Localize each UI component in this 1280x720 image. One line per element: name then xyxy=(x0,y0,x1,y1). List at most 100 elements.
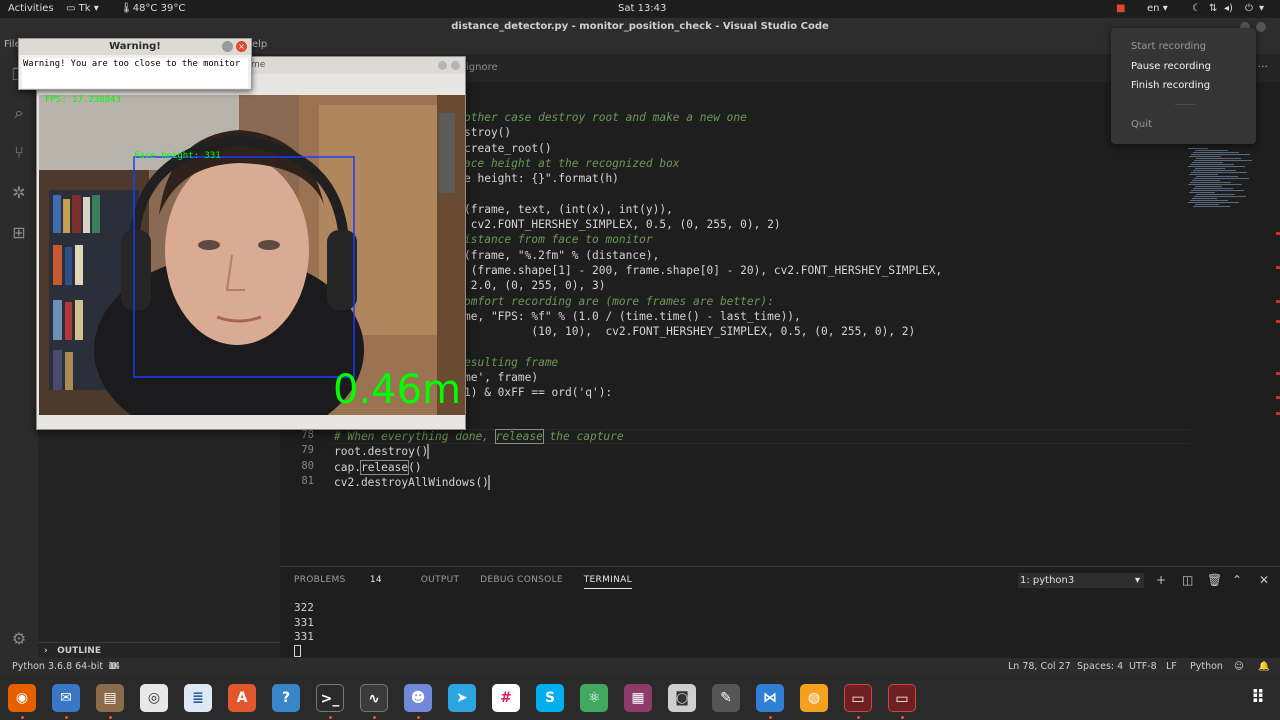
code-line: cv2.FONT_HERSHEY_SIMPLEX, 0.5, (0, 255, … xyxy=(464,218,781,232)
system-monitor-icon[interactable]: ∿ xyxy=(360,684,388,712)
line-number: 79 xyxy=(301,444,314,457)
warning-window[interactable]: Warning! × Warning! You are too close to… xyxy=(18,38,252,90)
slack-icon[interactable]: # xyxy=(492,684,520,712)
end-of-line[interactable]: LF xyxy=(1166,658,1177,676)
code-line: cv2.destroyAllWindows() xyxy=(334,475,489,490)
code-token: cap. xyxy=(334,460,361,474)
clock[interactable]: Sat 13:43 xyxy=(618,0,666,18)
minimap-line xyxy=(1193,152,1239,153)
recording-indicator-icon[interactable]: ■ xyxy=(1116,0,1125,18)
minimap-line xyxy=(1191,154,1250,155)
feedback-icon[interactable]: ☺ xyxy=(1234,658,1244,676)
telegram-icon[interactable]: ➤ xyxy=(448,684,476,712)
firefox-icon[interactable]: ◉ xyxy=(8,684,36,712)
menu-help[interactable]: elp xyxy=(252,39,267,50)
software-center-icon[interactable]: A xyxy=(228,684,256,712)
more-actions-icon[interactable]: ··· xyxy=(1258,60,1269,73)
minimap-line xyxy=(1195,150,1228,151)
tk-window-icon[interactable]: ▭ xyxy=(844,684,872,712)
split-terminal-icon[interactable]: ◫ xyxy=(1182,573,1193,587)
code-line: (10, 10), cv2.FONT_HERSHEY_SIMPLEX, 0.5,… xyxy=(464,325,916,339)
skype-icon[interactable]: S xyxy=(536,684,564,712)
files-icon[interactable]: ▤ xyxy=(96,684,124,712)
power-icon[interactable]: ⏻ xyxy=(1245,0,1253,18)
tab-output[interactable]: OUTPUT xyxy=(421,575,459,585)
close-panel-icon[interactable]: ✕ xyxy=(1259,573,1269,587)
chevron-right-icon: › xyxy=(44,646,48,656)
cursor-position[interactable]: Ln 78, Col 27 xyxy=(1008,658,1071,676)
gear-icon[interactable]: ⚙ xyxy=(8,628,30,650)
tab-problems[interactable]: PROBLEMS 14 xyxy=(294,575,400,585)
minimap-line xyxy=(1194,196,1246,197)
terminal-select[interactable]: 1: python3 ▾ xyxy=(1018,573,1144,588)
gimp-icon[interactable]: ✎ xyxy=(712,684,740,712)
code-token: release xyxy=(494,429,544,444)
minimap-line xyxy=(1192,180,1220,181)
volume-icon[interactable]: ◂) xyxy=(1224,0,1233,18)
debug-icon[interactable]: ✲ xyxy=(8,182,30,204)
camera-frame-window[interactable]: me FPS: 17.238843 Face height: 331 0.46m xyxy=(36,56,466,430)
line-number: 81 xyxy=(301,474,314,487)
terminal-output[interactable]: 322 331 331 xyxy=(294,601,314,657)
code-line: cap.release() xyxy=(334,459,422,475)
notifications-icon[interactable]: 🔔 xyxy=(1258,658,1270,676)
chevron-up-icon[interactable]: ⌃ xyxy=(1232,573,1242,587)
minimap[interactable] xyxy=(1188,148,1254,208)
indentation[interactable]: Spaces: 4 xyxy=(1077,658,1123,676)
extensions-icon[interactable]: ⊞ xyxy=(8,222,30,244)
tab-gitignore[interactable]: ignore xyxy=(466,62,498,73)
code-line: 1) & 0xFF == ord('q'): xyxy=(464,386,613,400)
media-player-icon[interactable]: ▦ xyxy=(624,684,652,712)
minimap-line xyxy=(1195,204,1219,205)
tab-terminal[interactable]: TERMINAL xyxy=(583,575,632,589)
close-window-button[interactable] xyxy=(1256,22,1266,32)
tk-window-icon[interactable]: ▭ xyxy=(888,684,916,712)
encoding[interactable]: UTF-8 xyxy=(1129,658,1157,676)
language-mode[interactable]: Python xyxy=(1190,658,1223,676)
thermometer-icon: 🌡 xyxy=(120,3,133,14)
vscode-icon[interactable]: ⋈ xyxy=(756,684,784,712)
menu-item-finish-recording[interactable]: Finish recording xyxy=(1131,80,1210,91)
network-icon[interactable]: ⇅ xyxy=(1209,0,1217,18)
outline-section[interactable]: › OUTLINE xyxy=(38,642,280,658)
search-icon[interactable]: ⌕ xyxy=(8,102,30,124)
thunderbird-icon[interactable]: ✉ xyxy=(52,684,80,712)
help-icon[interactable]: ? xyxy=(272,684,300,712)
camera-icon[interactable]: ◙ xyxy=(668,684,696,712)
atom-icon[interactable]: ⚛ xyxy=(580,684,608,712)
activity-bar: ❐ ⌕ ⑂ ✲ ⊞ ⚙ xyxy=(0,54,38,658)
close-button[interactable] xyxy=(451,61,460,70)
warning-window-title[interactable]: Warning! xyxy=(19,39,251,55)
overwatch-icon[interactable]: ◍ xyxy=(800,684,828,712)
temperature-indicator[interactable]: 🌡48°C 39°C xyxy=(120,0,185,18)
trash-icon[interactable]: 🗑 xyxy=(1207,573,1222,587)
chevron-down-icon[interactable]: ▾ xyxy=(1259,0,1264,18)
python-interpreter[interactable]: Python 3.6.8 64-bit xyxy=(12,658,103,676)
code-token: cv2.destroyAllWindows() xyxy=(334,475,489,489)
menu-item-start-recording[interactable]: Start recording xyxy=(1131,41,1206,52)
source-control-icon[interactable]: ⑂ xyxy=(8,142,30,164)
panel-tabs: PROBLEMS 14 OUTPUT DEBUG CONSOLE TERMINA… xyxy=(294,575,650,589)
minimap-line xyxy=(1190,182,1231,183)
new-terminal-icon[interactable]: + xyxy=(1156,573,1166,587)
problems-indicator[interactable]: ⊗ 14 ⚠ 0 xyxy=(108,658,120,676)
rhythmbox-icon[interactable]: ◎ xyxy=(140,684,168,712)
code-line: other case destroy root and make a new o… xyxy=(464,111,747,124)
minimize-button[interactable] xyxy=(222,41,233,52)
discord-icon[interactable]: ☻ xyxy=(404,684,432,712)
language-selector[interactable]: en ▾ xyxy=(1147,0,1168,18)
night-light-icon[interactable]: ☾ xyxy=(1192,0,1201,18)
app-menu-label: Tk xyxy=(78,3,91,14)
show-applications-icon[interactable]: ⠿ xyxy=(1244,684,1272,712)
minimize-button[interactable] xyxy=(438,61,447,70)
tab-debug-console[interactable]: DEBUG CONSOLE xyxy=(480,575,563,585)
close-icon[interactable]: × xyxy=(236,41,247,52)
menu-item-pause-recording[interactable]: Pause recording xyxy=(1131,61,1211,72)
activities-button[interactable]: Activities xyxy=(8,0,54,18)
minimap-line xyxy=(1189,156,1221,157)
menu-item-quit[interactable]: Quit xyxy=(1131,119,1152,130)
writer-icon[interactable]: ≣ xyxy=(184,684,212,712)
terminal-icon[interactable]: >_ xyxy=(316,684,344,712)
app-menu[interactable]: ▭ Tk ▾ xyxy=(66,0,99,18)
code-line: e height: {}".format(h) xyxy=(464,172,619,186)
